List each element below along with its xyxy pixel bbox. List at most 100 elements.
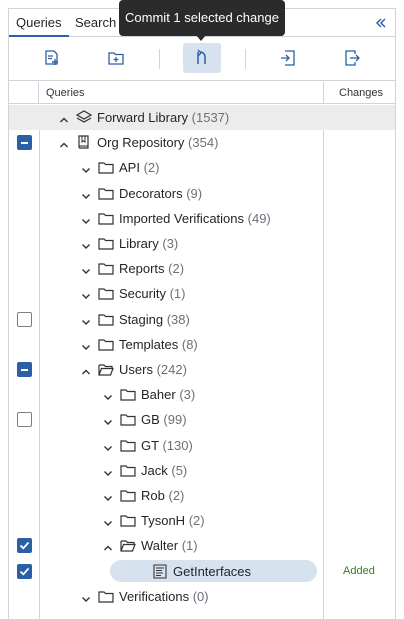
changes-column-header[interactable]: Changes: [339, 87, 383, 99]
folder-icon: [98, 589, 114, 604]
commit-branch-icon: [197, 49, 206, 64]
folder-icon: [98, 186, 114, 201]
tree-item-label: GB (99): [141, 412, 187, 427]
chevron-down-icon[interactable]: [81, 239, 91, 249]
item-count: (49): [247, 210, 271, 226]
tree-row[interactable]: Verifications (0): [9, 584, 395, 609]
item-count: (0): [192, 588, 209, 604]
tree-item-label: Walter (1): [141, 538, 198, 553]
chevron-down-icon[interactable]: [81, 214, 91, 224]
chevron-up-icon[interactable]: [59, 113, 69, 123]
tree-item-label: Verifications (0): [119, 589, 209, 604]
tree-row[interactable]: Templates (8): [9, 332, 395, 357]
tree-row[interactable]: API (2): [9, 155, 395, 180]
item-name: Walter: [141, 538, 179, 554]
folder-icon: [120, 463, 136, 478]
chevron-down-icon[interactable]: [81, 189, 91, 199]
item-name: Reports: [119, 261, 165, 277]
folder-icon: [120, 438, 136, 453]
folder-icon: [120, 387, 136, 402]
item-name: TysonH: [141, 513, 186, 529]
folder-icon: [98, 337, 114, 352]
checkbox[interactable]: [17, 563, 32, 579]
toolbar-divider: [159, 49, 160, 69]
chevron-down-icon[interactable]: [103, 466, 113, 476]
folder-icon: [98, 236, 114, 251]
tree-rows: Forward Library (1537) Org Repository (35…: [9, 105, 395, 619]
chevron-down-icon[interactable]: [103, 390, 113, 401]
import-button[interactable]: [269, 43, 307, 73]
chevron-up-icon[interactable]: [59, 138, 69, 148]
new-query-button[interactable]: [33, 43, 71, 73]
chevron-down-icon[interactable]: [81, 315, 91, 325]
item-name: Rob: [141, 488, 165, 503]
tree-item-label: GetInterfaces: [173, 564, 251, 579]
commit-button[interactable]: [183, 43, 221, 73]
chevron-down-icon[interactable]: [103, 491, 113, 501]
tree-row[interactable]: Library (3): [9, 231, 395, 256]
item-name: Imported Verifications: [119, 210, 245, 226]
item-name: Baher: [141, 387, 176, 403]
item-count: (99): [163, 412, 187, 428]
new-folder-button[interactable]: [97, 43, 135, 73]
tree-item-label: Reports (2): [119, 261, 184, 276]
tab-search[interactable]: Search: [68, 9, 123, 37]
chevron-up-icon[interactable]: [103, 541, 113, 551]
tree-item-label: Org Repository (354): [97, 135, 218, 150]
query-file-icon: [152, 564, 168, 579]
tree-row[interactable]: Decorators (9): [9, 181, 395, 206]
chevron-down-icon[interactable]: [81, 592, 91, 602]
queries-column-header[interactable]: Queries: [46, 87, 85, 99]
new-folder-icon: [108, 52, 124, 65]
tree-row[interactable]: GT (130): [9, 433, 395, 458]
item-name: Templates: [119, 336, 179, 352]
item-name: Decorators: [119, 185, 183, 201]
tree-item-label: API (2): [119, 160, 159, 175]
item-count: (2): [168, 261, 185, 277]
tree-row[interactable]: Org Repository (354): [9, 130, 395, 155]
tree-row[interactable]: GB (99): [9, 407, 395, 432]
checkbox[interactable]: [17, 412, 32, 428]
item-name: Org Repository: [97, 135, 185, 151]
export-button[interactable]: [333, 43, 371, 73]
checkbox[interactable]: [17, 311, 32, 327]
tree-row[interactable]: TysonH (2): [9, 508, 395, 533]
chevron-down-icon[interactable]: [103, 441, 113, 451]
collapse-panel-button[interactable]: [371, 13, 391, 33]
tree-row[interactable]: Walter (1): [9, 533, 395, 558]
tree-row[interactable]: Reports (2): [9, 256, 395, 281]
grid-header: Queries Changes: [9, 82, 395, 104]
checkbox[interactable]: [17, 538, 32, 554]
query-tree-grid: Queries Changes Forward Library (1537) Or…: [9, 82, 395, 619]
tree-row[interactable]: Rob (2): [9, 483, 395, 508]
chevron-down-icon[interactable]: [81, 264, 91, 275]
tree-row[interactable]: Users (242): [9, 357, 395, 382]
chevron-down-icon[interactable]: [81, 163, 91, 174]
double-chevron-left-icon: [376, 18, 386, 28]
tree-row[interactable]: Staging (38): [9, 307, 395, 332]
commit-tooltip: Commit 1 selected change: [119, 0, 285, 36]
folder-icon: [120, 412, 136, 427]
tree-row[interactable]: GetInterfaces Added: [9, 559, 395, 584]
tree-row[interactable]: Jack (5): [9, 458, 395, 483]
item-name: Jack: [141, 462, 168, 478]
tree-row[interactable]: Forward Library (1537): [9, 105, 395, 130]
tree-row[interactable]: Imported Verifications (49): [9, 206, 395, 231]
item-count: (130): [162, 437, 193, 453]
partial-checkbox[interactable]: [17, 135, 32, 151]
item-count: (1): [181, 538, 198, 554]
item-count: (38): [166, 311, 190, 327]
chevron-up-icon[interactable]: [81, 365, 91, 375]
tab-queries[interactable]: Queries: [9, 9, 69, 37]
tree-row[interactable]: Security (1): [9, 281, 395, 306]
chevron-down-icon[interactable]: [81, 340, 91, 350]
tree-row[interactable]: Baher (3): [9, 382, 395, 407]
book-icon: [76, 135, 92, 150]
partial-checkbox[interactable]: [17, 362, 32, 377]
chevron-down-icon[interactable]: [81, 289, 91, 300]
chevron-down-icon[interactable]: [103, 516, 113, 527]
check-column-header: [9, 82, 39, 103]
chevron-down-icon[interactable]: [103, 415, 113, 426]
layers-icon: [75, 110, 93, 125]
item-name: Security: [119, 286, 166, 302]
